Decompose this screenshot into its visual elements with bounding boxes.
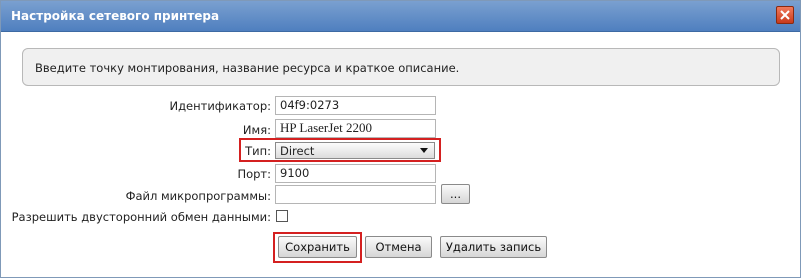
dialog-title: Настройка сетевого принтера (11, 9, 220, 23)
type-selected-value: Direct (280, 144, 315, 158)
port-input[interactable]: 9100 (275, 164, 436, 183)
type-label: Тип: (245, 144, 271, 158)
chevron-down-icon (420, 148, 428, 153)
printer-setup-dialog: Настройка сетевого принтера Введите точк… (0, 0, 801, 278)
save-button[interactable]: Сохранить (278, 236, 357, 258)
close-icon (780, 10, 790, 20)
info-text: Введите точку монтирования, название рес… (35, 61, 460, 75)
cancel-button[interactable]: Отмена (365, 236, 432, 258)
identifier-label: Идентификатор: (169, 99, 271, 113)
bidirectional-checkbox[interactable] (276, 210, 288, 222)
info-panel: Введите точку монтирования, название рес… (22, 48, 780, 86)
identifier-input[interactable]: 04f9:0273 (275, 96, 436, 115)
close-button[interactable] (776, 6, 794, 24)
browse-button[interactable]: ... (441, 184, 470, 204)
firmware-input[interactable] (275, 185, 436, 204)
port-label: Порт: (237, 167, 271, 181)
type-select[interactable]: Direct (275, 142, 435, 159)
title-bar: Настройка сетевого принтера (1, 1, 800, 32)
name-input[interactable]: HP LaserJet 2200 (275, 119, 436, 138)
bidirectional-label: Разрешить двусторонний обмен данными: (11, 210, 271, 224)
firmware-label: Файл микропрограммы: (125, 189, 271, 203)
name-label: Имя: (242, 123, 271, 137)
delete-record-button[interactable]: Удалить запись (440, 236, 547, 258)
